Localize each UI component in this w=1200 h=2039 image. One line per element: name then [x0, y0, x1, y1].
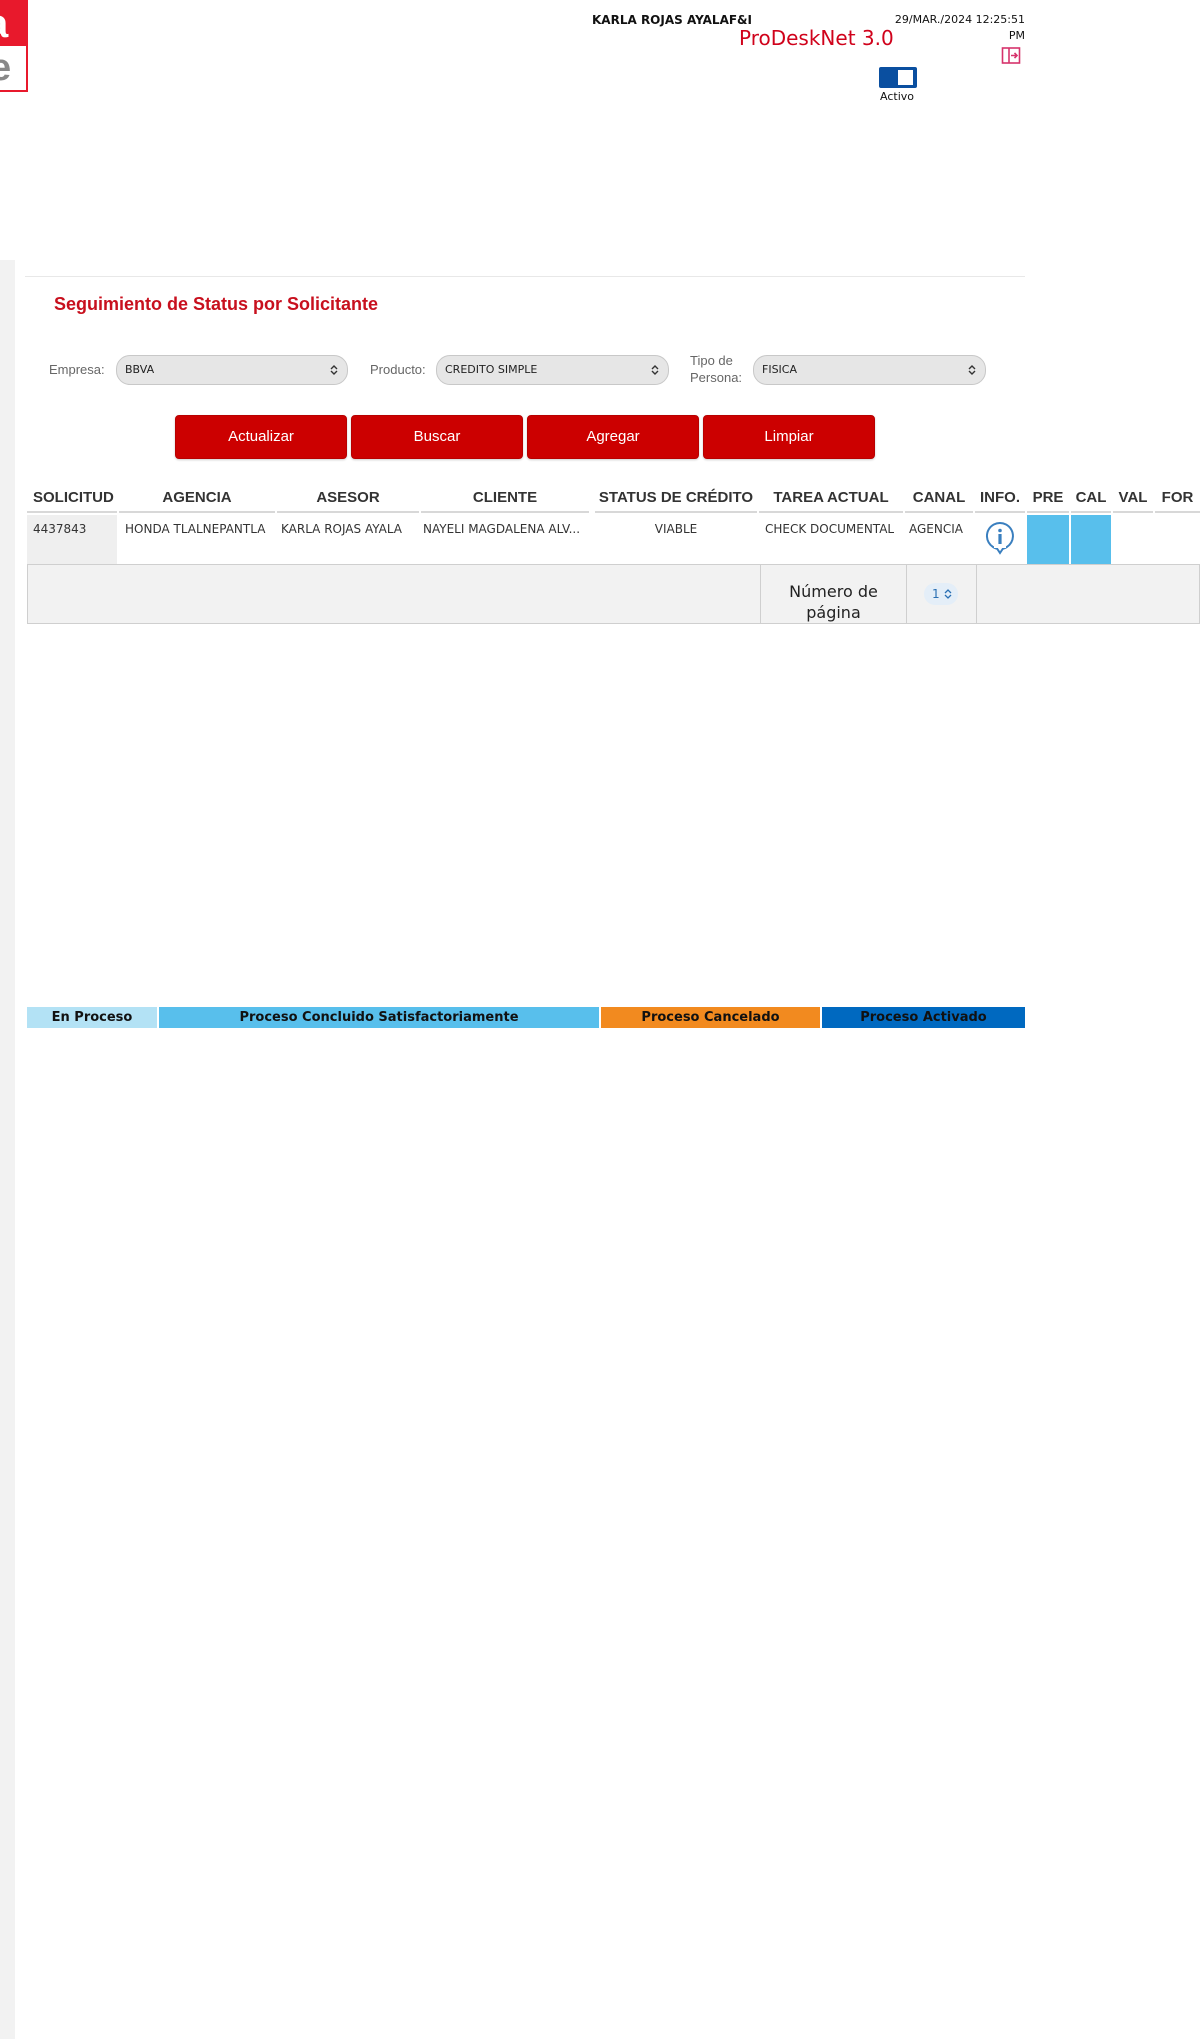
- tipo-persona-select[interactable]: FISICA: [753, 355, 986, 385]
- cell-cliente: NAYELI MAGDALENA ALV...: [423, 522, 581, 536]
- time-suffix: PM: [1008, 29, 1025, 42]
- chevron-updown-icon: [968, 365, 976, 375]
- user-name: KARLA ROJAS AYALAF&I: [592, 13, 752, 27]
- col-header-asesor[interactable]: ASESOR: [277, 483, 419, 513]
- col-header-val[interactable]: VAL: [1113, 483, 1153, 513]
- tipo-value: FISICA: [762, 363, 798, 376]
- col-header-info[interactable]: INFO.: [975, 483, 1025, 513]
- producto-value: CREDITO SIMPLE: [445, 363, 538, 376]
- cell-for-stage: [1155, 515, 1200, 565]
- header-divider: [25, 276, 1025, 277]
- empresa-value: BBVA: [125, 363, 155, 376]
- col-header-for[interactable]: FOR: [1155, 483, 1200, 513]
- table-footer: Número de página 1: [27, 564, 1200, 624]
- empresa-select[interactable]: BBVA: [116, 355, 348, 385]
- col-header-status[interactable]: STATUS DE CRÉDITO: [595, 483, 757, 513]
- page-select[interactable]: 1: [924, 583, 958, 605]
- legend-activado: Proceso Activado: [822, 1007, 1025, 1028]
- cell-info: [975, 515, 1025, 565]
- legend-concluido: Proceso Concluido Satisfactoriamente: [159, 1007, 599, 1028]
- app-title: ProDeskNet 3.0: [739, 26, 894, 50]
- logo-bottom-fragment: e: [0, 46, 26, 90]
- cell-canal: AGENCIA: [909, 522, 963, 536]
- chevron-updown-icon: [330, 365, 338, 375]
- pagination-spacer: [976, 565, 1200, 623]
- page-number: 1: [932, 587, 940, 601]
- logout-icon[interactable]: [1001, 46, 1023, 66]
- col-header-solicitud[interactable]: SOLICITUD: [27, 483, 117, 513]
- cell-val-stage: [1113, 515, 1153, 565]
- cell-agencia: HONDA TLALNEPANTLA: [125, 522, 266, 536]
- cell-pre-stage[interactable]: [1027, 515, 1069, 565]
- buscar-button[interactable]: Buscar: [351, 415, 523, 459]
- chevron-updown-icon: [944, 589, 952, 599]
- date-text: 29/MAR./2024 12:25:51: [894, 13, 1025, 26]
- col-header-canal[interactable]: CANAL: [905, 483, 973, 513]
- col-header-tarea[interactable]: TAREA ACTUAL: [759, 483, 903, 513]
- col-header-cliente[interactable]: CLIENTE: [421, 483, 589, 513]
- col-header-pre[interactable]: PRE: [1027, 483, 1069, 513]
- producto-select[interactable]: CREDITO SIMPLE: [436, 355, 669, 385]
- empresa-label: Empresa:: [49, 362, 105, 377]
- limpiar-button[interactable]: Limpiar: [703, 415, 875, 459]
- status-toggle[interactable]: [879, 67, 917, 88]
- cell-asesor: KARLA ROJAS AYALA: [281, 522, 402, 536]
- pagination-cell: 1: [906, 565, 976, 623]
- pagination-label: Número de página: [760, 565, 906, 623]
- tipo-persona-label: Tipo de Persona:: [690, 352, 742, 386]
- toggle-label: Activo: [880, 90, 914, 103]
- tipo-label-line2: Persona:: [690, 370, 743, 385]
- legend-cancelado: Proceso Cancelado: [601, 1007, 820, 1028]
- info-icon[interactable]: [984, 521, 1016, 555]
- col-header-agencia[interactable]: AGENCIA: [119, 483, 275, 513]
- datetime: 29/MAR./2024 12:25:51 PM: [880, 12, 1025, 44]
- page-title: Seguimiento de Status por Solicitante: [54, 294, 379, 314]
- col-header-cal[interactable]: CAL: [1071, 483, 1111, 513]
- chevron-updown-icon: [651, 365, 659, 375]
- legend-en-proceso: En Proceso: [27, 1007, 157, 1028]
- logo-top-fragment: a: [0, 2, 26, 46]
- tipo-label-line1: Tipo de: [690, 353, 733, 368]
- actualizar-button[interactable]: Actualizar: [175, 415, 347, 459]
- cell-tarea: CHECK DOCUMENTAL: [765, 522, 895, 536]
- producto-label: Producto:: [370, 362, 426, 377]
- company-logo: a e: [0, 0, 28, 92]
- cell-cal-stage[interactable]: [1071, 515, 1111, 565]
- toggle-knob: [898, 70, 913, 85]
- cell-solicitud[interactable]: 4437843: [27, 515, 117, 565]
- agregar-button[interactable]: Agregar: [527, 415, 699, 459]
- cell-status: VIABLE: [654, 522, 698, 536]
- left-rail: [0, 260, 15, 2039]
